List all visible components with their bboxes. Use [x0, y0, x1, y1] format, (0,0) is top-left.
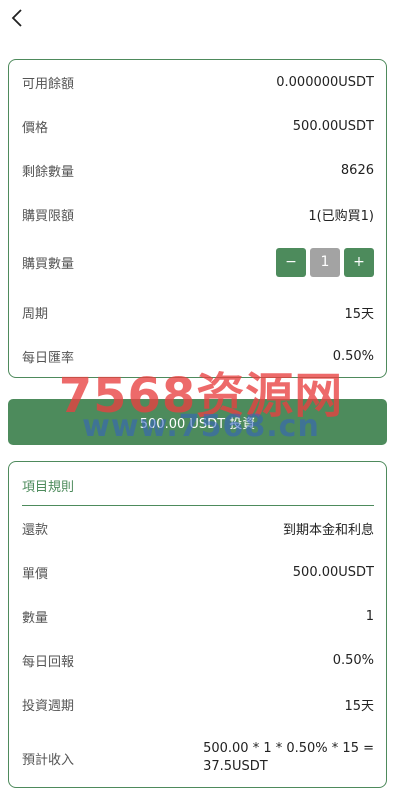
invest-button[interactable]: 500.00 USDT 投資 — [8, 399, 387, 445]
repayment-value: 到期本金和利息 — [282, 522, 374, 538]
quantity-label: 購買數量 — [22, 256, 75, 272]
balance-value: 0.000000USDT — [276, 74, 374, 90]
info-row-quantity: 購買數量 − 1 + — [22, 247, 374, 277]
info-row-purchase-limit: 購買限額 1(已购買1) — [22, 204, 374, 224]
info-row-remaining: 剩餘數量 8626 — [22, 160, 374, 180]
balance-label: 可用餘額 — [22, 76, 75, 92]
top-bar — [0, 0, 402, 40]
expected-income-formula: 500.00 * 1 * 0.50% * 15 = — [203, 741, 374, 756]
purchase-limit-label: 購買限額 — [22, 208, 75, 224]
info-row-price: 價格 500.00USDT — [22, 116, 374, 136]
period-label: 周期 — [22, 306, 49, 322]
unit-price-label: 單價 — [22, 566, 49, 582]
product-info-card: 可用餘額 0.000000USDT 價格 500.00USDT 剩餘數量 862… — [8, 59, 387, 378]
daily-rate-label: 每日匯率 — [22, 350, 75, 366]
purchase-limit-value: 1(已购買1) — [308, 208, 374, 224]
period-value: 15天 — [344, 306, 374, 322]
daily-return-label: 每日回報 — [22, 654, 75, 670]
rules-title: 項目規則 — [22, 480, 75, 495]
project-rules-card: 項目規則 還款 到期本金和利息 單價 500.00USDT 數量 1 每日回報 … — [8, 461, 387, 788]
decrease-button[interactable]: − — [276, 247, 306, 277]
rules-row-daily-return: 每日回報 0.50% — [22, 650, 374, 670]
remaining-value: 8626 — [340, 162, 374, 178]
expected-income-result: 37.5USDT — [203, 759, 268, 774]
rules-quantity-value: 1 — [365, 608, 374, 624]
rules-row-unit-price: 單價 500.00USDT — [22, 562, 374, 582]
investment-period-label: 投資週期 — [22, 698, 75, 714]
rules-row-investment-period: 投資週期 15天 — [22, 694, 374, 714]
daily-rate-value: 0.50% — [332, 348, 374, 364]
investment-period-value: 15天 — [344, 698, 374, 714]
info-row-balance: 可用餘額 0.000000USDT — [22, 72, 374, 92]
quantity-stepper: − 1 + — [276, 247, 374, 277]
info-row-daily-rate: 每日匯率 0.50% — [22, 346, 374, 366]
expected-income-value: 500.00 * 1 * 0.50% * 15 = 37.5USDT — [203, 740, 374, 776]
rules-row-repayment: 還款 到期本金和利息 — [22, 518, 374, 538]
quantity-value[interactable]: 1 — [310, 247, 340, 277]
rules-divider — [22, 505, 374, 506]
info-row-period: 周期 15天 — [22, 302, 374, 322]
remaining-label: 剩餘數量 — [22, 164, 75, 180]
daily-return-value: 0.50% — [332, 652, 374, 668]
repayment-label: 還款 — [22, 522, 49, 538]
price-label: 價格 — [22, 120, 49, 136]
rules-quantity-label: 數量 — [22, 610, 49, 626]
unit-price-value: 500.00USDT — [292, 564, 374, 580]
rules-row-quantity: 數量 1 — [22, 606, 374, 626]
expected-income-label: 預計收入 — [22, 752, 75, 768]
chevron-left-icon[interactable] — [10, 8, 30, 30]
rules-row-expected-income: 預計收入 500.00 * 1 * 0.50% * 15 = 37.5USDT — [22, 738, 374, 778]
price-value: 500.00USDT — [292, 118, 374, 134]
increase-button[interactable]: + — [344, 247, 374, 277]
